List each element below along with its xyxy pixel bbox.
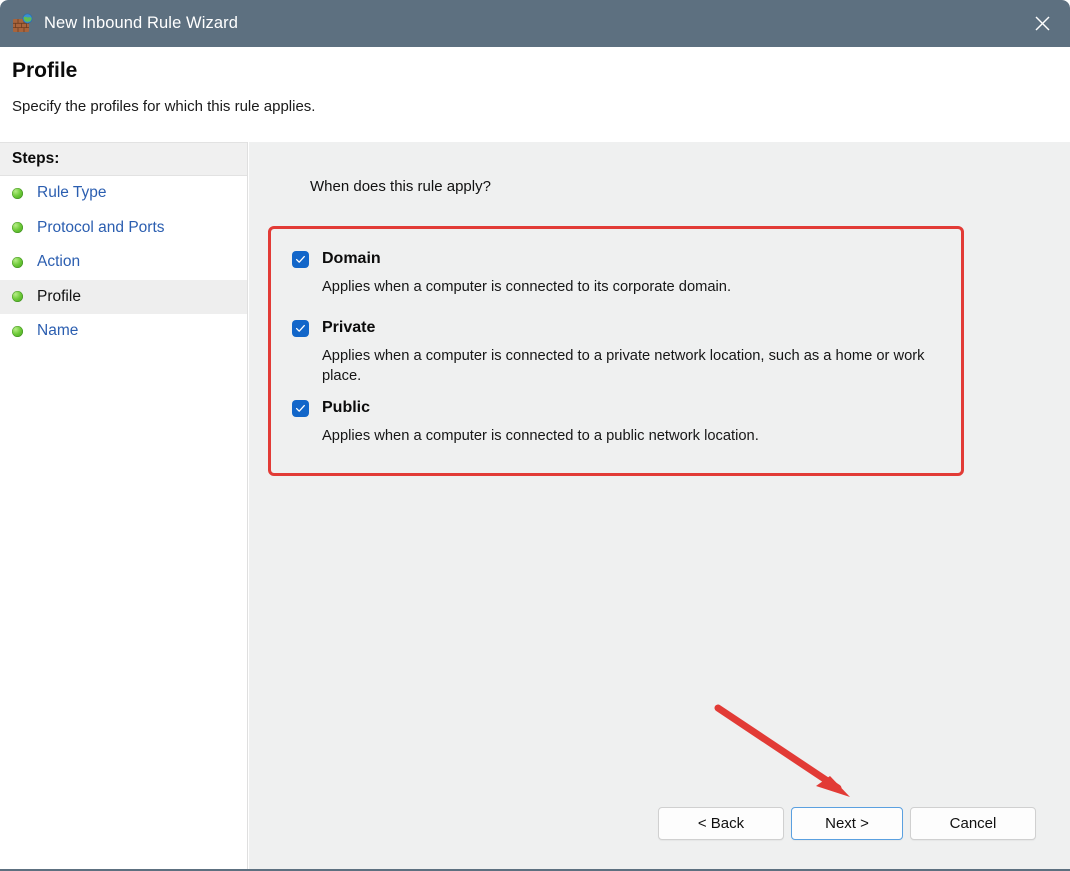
steps-sidebar: Steps: Rule Type Protocol and Ports Acti… [0,142,248,869]
question-label: When does this rule apply? [310,178,491,195]
green-orb-icon [12,325,23,337]
profile-name-private: Private [322,319,376,336]
profile-description-public: Applies when a computer is connected to … [322,428,759,444]
green-orb-icon [12,291,23,303]
checkbox-public[interactable] [292,399,309,417]
sidebar-item-action[interactable]: Action [0,245,247,280]
checkbox-private[interactable] [292,319,309,337]
sidebar-item-label: Profile [37,287,81,305]
green-orb-icon [12,187,23,199]
sidebar-item-protocol-and-ports[interactable]: Protocol and Ports [0,211,247,246]
window-title: New Inbound Rule Wizard [44,14,238,32]
profile-name-public: Public [322,399,371,416]
profile-name-domain: Domain [322,250,381,267]
profile-description-domain: Applies when a computer is connected to … [322,279,732,295]
cancel-button[interactable]: Cancel [910,807,1036,840]
sidebar-item-rule-type[interactable]: Rule Type [0,176,247,211]
page-title: Profile [12,59,78,82]
green-orb-icon [12,256,23,268]
footer-button-bar: < Back Next > Cancel [249,807,1070,869]
close-icon[interactable] [1014,0,1070,47]
steps-header-label: Steps: [0,142,247,176]
profile-option-domain: Domain Applies when a computer is connec… [292,250,731,297]
green-orb-icon [12,222,23,234]
back-button[interactable]: < Back [658,807,784,840]
content-pane: When does this rule apply? Domain Applie… [249,142,1070,869]
profile-option-private: Private Applies when a computer is conne… [292,319,932,387]
page-header: Profile Specify the profiles for which t… [0,47,1070,142]
page-subtitle: Specify the profiles for which this rule… [12,98,316,115]
sidebar-item-label: Protocol and Ports [37,218,165,236]
sidebar-item-label: Name [37,322,79,340]
wizard-window: New Inbound Rule Wizard Profile Specify … [0,0,1070,871]
sidebar-item-label: Rule Type [37,184,107,202]
next-button[interactable]: Next > [791,807,903,840]
checkbox-domain[interactable] [292,250,309,268]
title-bar: New Inbound Rule Wizard [0,0,1070,47]
sidebar-item-profile[interactable]: Profile [0,279,247,314]
profile-option-public: Public Applies when a computer is connec… [292,399,759,446]
firewall-brick-globe-icon [12,13,34,35]
sidebar-item-name[interactable]: Name [0,314,247,349]
sidebar-item-label: Action [37,253,81,271]
profile-description-private: Applies when a computer is connected to … [322,348,925,385]
